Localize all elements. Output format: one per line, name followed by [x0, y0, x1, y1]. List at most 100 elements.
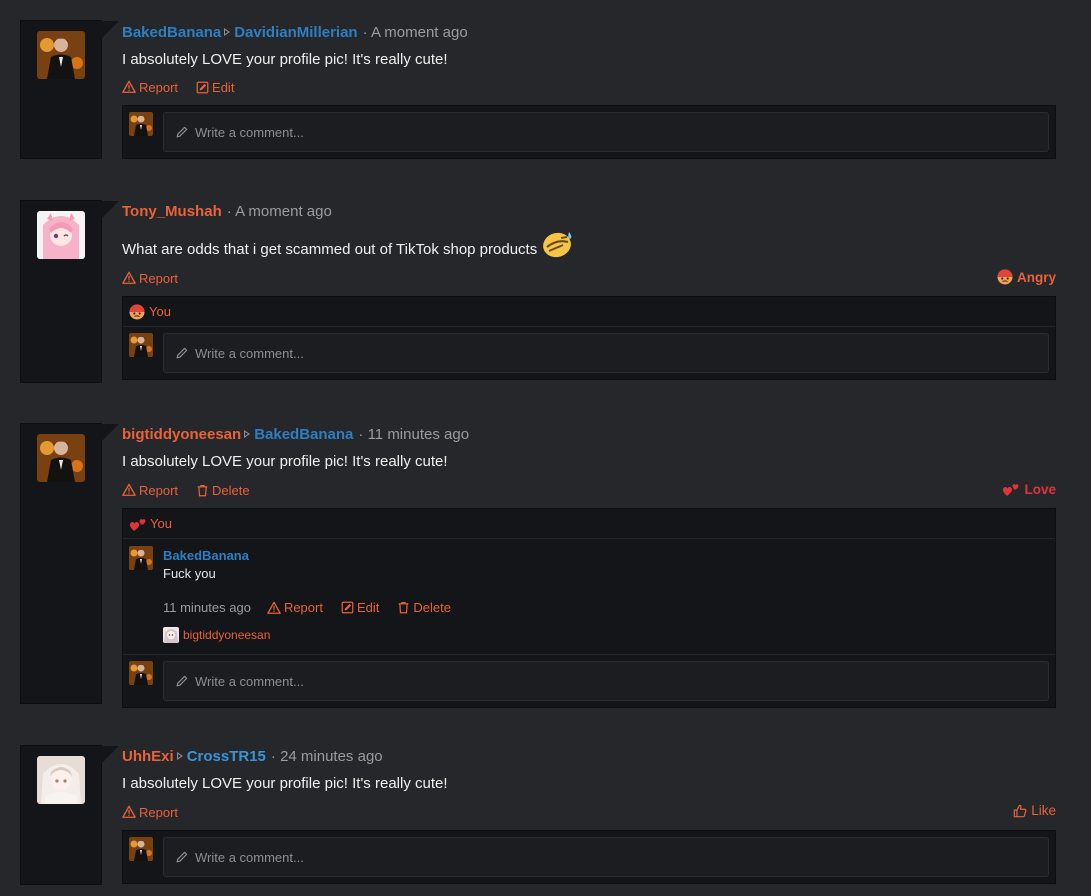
edit-label: Edit	[212, 79, 235, 95]
avatar-column	[20, 20, 119, 159]
sweat-emoji-icon	[541, 229, 575, 259]
current-user-avatar	[129, 661, 153, 685]
hearts-icon	[1002, 481, 1020, 497]
warning-icon	[122, 80, 136, 94]
pencil-icon	[175, 346, 189, 360]
comment-panel: Write a comment...	[122, 105, 1056, 159]
post-author[interactable]: Tony_Mushah	[122, 203, 222, 220]
comment-placeholder: Write a comment...	[195, 673, 304, 689]
avatar[interactable]	[37, 434, 85, 482]
avatar-column	[20, 200, 119, 383]
pencil-icon	[175, 125, 189, 139]
reply-item: BakedBanana Fuck you 11 minutes ago Repo…	[123, 539, 1055, 655]
reaction-button[interactable]: Angry	[997, 269, 1056, 285]
report-label: Report	[139, 482, 179, 498]
report-label: Report	[139, 804, 179, 820]
reply-author[interactable]: BakedBanana	[163, 548, 249, 563]
like-label: Like	[1031, 803, 1056, 818]
comment-input[interactable]: Write a comment...	[163, 837, 1049, 877]
post-message: I absolutely LOVE your profile pic! It's…	[122, 774, 448, 792]
reaction-button[interactable]: Love	[1002, 481, 1056, 497]
post-time[interactable]: 11 minutes ago	[358, 426, 469, 443]
arrow-right-icon	[176, 752, 183, 760]
reaction-label: Love	[1024, 481, 1056, 497]
edit-button[interactable]: Edit	[196, 80, 234, 95]
report-button[interactable]: Report	[122, 271, 178, 286]
angry-emoji-icon	[129, 304, 145, 320]
edit-button[interactable]: Edit	[341, 600, 379, 615]
reaction-label: Angry	[1016, 269, 1056, 285]
comment-placeholder: Write a comment...	[195, 849, 304, 865]
report-button[interactable]: Report	[122, 80, 178, 95]
post-author[interactable]: bigtiddyoneesan	[122, 426, 241, 443]
angry-emoji-icon	[997, 269, 1013, 285]
trash-icon	[196, 484, 209, 497]
edit-icon	[196, 81, 209, 94]
post-time[interactable]: A moment ago	[227, 203, 332, 220]
comment-panel: You Write a comment...	[122, 296, 1056, 380]
delete-button[interactable]: Delete	[196, 483, 250, 498]
edit-icon	[341, 601, 354, 614]
report-button[interactable]: Report	[267, 600, 323, 615]
post-target[interactable]: CrossTR15	[187, 748, 266, 765]
comment-panel: You BakedBanana Fuck you 11 minutes ago …	[122, 508, 1056, 708]
post-message: I absolutely LOVE your profile pic! It's…	[122, 50, 448, 68]
post-target[interactable]: DavidianMillerian	[234, 24, 357, 41]
liker-name: bigtiddyoneesan	[183, 628, 271, 642]
post-message: What are odds that i get scammed out of …	[122, 240, 538, 258]
warning-icon	[122, 271, 136, 285]
avatar[interactable]	[37, 31, 85, 79]
reply-time[interactable]: 11 minutes ago	[163, 600, 251, 615]
warning-icon	[267, 601, 281, 615]
comment-input[interactable]: Write a comment...	[163, 661, 1049, 701]
current-user-avatar	[129, 333, 153, 357]
reply-liker[interactable]: bigtiddyoneesan	[163, 627, 270, 643]
avatar[interactable]	[37, 756, 85, 804]
post-item: UhhExi CrossTR15 24 minutes ago I absolu…	[20, 745, 1056, 885]
report-label: Report	[139, 79, 179, 95]
post-time[interactable]: 24 minutes ago	[271, 748, 383, 765]
warning-icon	[122, 805, 136, 819]
post-message: I absolutely LOVE your profile pic! It's…	[122, 452, 448, 470]
reply-text: Fuck you	[163, 566, 216, 581]
report-button[interactable]: Report	[122, 483, 178, 498]
trash-icon	[397, 601, 410, 614]
post-author[interactable]: BakedBanana	[122, 24, 221, 41]
report-label: Report	[139, 270, 179, 286]
delete-label: Delete	[212, 482, 250, 498]
current-user-avatar	[129, 112, 153, 136]
report-label: Report	[283, 600, 323, 615]
post-target[interactable]: BakedBanana	[254, 426, 353, 443]
comment-input[interactable]: Write a comment...	[163, 112, 1049, 152]
post-time[interactable]: A moment ago	[363, 24, 468, 41]
pencil-icon	[175, 674, 189, 688]
warning-icon	[122, 483, 136, 497]
avatar[interactable]	[129, 546, 153, 570]
reactors-label: You	[150, 516, 172, 531]
reactors-row[interactable]: You	[123, 509, 1055, 539]
avatar[interactable]	[37, 211, 85, 259]
delete-button[interactable]: Delete	[397, 600, 451, 615]
arrow-right-icon	[224, 28, 231, 36]
post-item: BakedBanana DavidianMillerian A moment a…	[20, 20, 1056, 160]
comment-panel: Write a comment...	[122, 830, 1056, 884]
edit-label: Edit	[356, 600, 380, 615]
comment-input[interactable]: Write a comment...	[163, 333, 1049, 373]
avatar	[163, 627, 179, 643]
delete-label: Delete	[413, 600, 451, 615]
like-button[interactable]: Like	[1013, 803, 1056, 818]
current-user-avatar	[129, 837, 153, 861]
comment-placeholder: Write a comment...	[195, 124, 304, 140]
thumbs-up-icon	[1013, 804, 1027, 818]
post-item: bigtiddyoneesan BakedBanana 11 minutes a…	[20, 423, 1056, 708]
avatar-column	[20, 745, 119, 885]
post-item: Tony_Mushah A moment ago What are odds t…	[20, 200, 1056, 383]
post-author[interactable]: UhhExi	[122, 748, 174, 765]
pencil-icon	[175, 850, 189, 864]
reactors-label: You	[149, 304, 171, 319]
comment-placeholder: Write a comment...	[195, 345, 304, 361]
reactors-row[interactable]: You	[123, 297, 1055, 327]
hearts-icon	[129, 516, 147, 532]
arrow-right-icon	[244, 430, 251, 438]
report-button[interactable]: Report	[122, 805, 178, 820]
